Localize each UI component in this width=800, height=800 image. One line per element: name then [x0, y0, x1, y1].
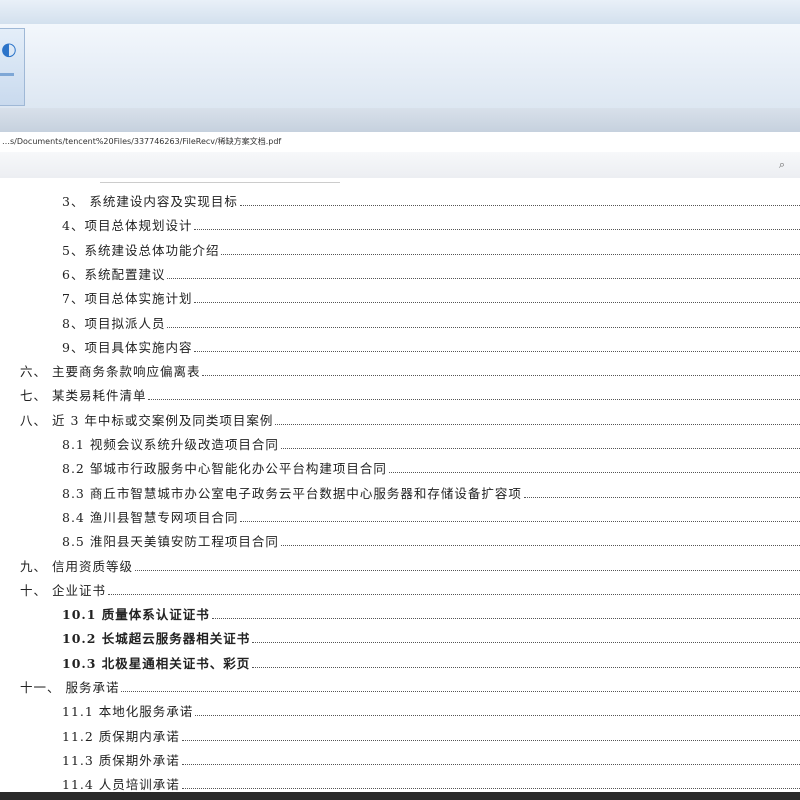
toc-entry[interactable]: 4、项目总体规划设计	[62, 214, 800, 238]
toc-dot-leader	[134, 569, 800, 571]
toc-entry-label: 10.2 长城超云服务器相关证书	[62, 631, 251, 647]
toc-entry[interactable]: 7、项目总体实施计划	[62, 287, 800, 311]
toc-entry-label: 八、 近 3 年中标或交案例及同类项目案例	[20, 412, 274, 428]
toc-dot-leader	[275, 423, 800, 425]
toc-entry[interactable]: 六、 主要商务条款响应偏离表	[20, 360, 800, 384]
toc-dot-leader	[181, 739, 800, 741]
document-view[interactable]: 3、 系统建设内容及实现目标 4、项目总体规划设计 5、系统建设总体功能介绍 6、系统…	[0, 178, 800, 800]
toc-dot-leader	[202, 374, 800, 377]
menu-bar	[0, 108, 800, 133]
toc-entry-label: 九、 信用资质等级	[20, 558, 133, 574]
toc-dot-leader	[194, 228, 800, 231]
toc-entry-label: 7、项目总体实施计划	[62, 291, 193, 307]
app-logo-icon: ◐	[1, 39, 17, 60]
toc-entry-label: 11.1 本地化服务承诺	[62, 704, 194, 720]
window-titlebar	[0, 0, 800, 25]
toc-dot-leader	[181, 787, 800, 790]
toc-entry[interactable]: 5、系统建设总体功能介绍	[62, 239, 800, 263]
search-icon[interactable]: ⌕	[774, 157, 790, 173]
toc-entry[interactable]: 10.3 北极星通相关证书、彩页	[62, 652, 800, 676]
toc-entry-label: 5、系统建设总体功能介绍	[62, 242, 220, 258]
toc-dot-leader	[167, 277, 800, 279]
toc-dot-leader	[221, 253, 800, 255]
toc-entry-label: 8.4 渔川县智慧专网项目合同	[62, 509, 239, 525]
toc-entry-label: 4、项目总体规划设计	[62, 218, 193, 234]
toc-entry[interactable]: 十一、 服务承诺	[20, 676, 800, 700]
toc-dot-leader	[121, 690, 800, 692]
toc-entry[interactable]: 8.1 视频会议系统升级改造项目合同	[62, 433, 800, 457]
toc-dot-leader	[252, 666, 800, 668]
toc-entry[interactable]: 11.3 质保期外承诺	[62, 749, 800, 773]
toc-entry[interactable]: 十、 企业证书	[20, 579, 800, 603]
toc-entry-label: 11.3 质保期外承诺	[62, 752, 180, 768]
toc-dot-leader	[107, 593, 800, 595]
toc-entry[interactable]: 8.4 渔川县智慧专网项目合同	[62, 506, 800, 530]
toc-dot-leader	[240, 520, 800, 522]
toc-entry-label: 3、 系统建设内容及实现目标	[62, 194, 238, 209]
toc-entry[interactable]: 8.2 邹城市行政服务中心智能化办公平台构建项目合同	[62, 457, 800, 481]
toc-entry-label: 十、 企业证书	[20, 582, 106, 598]
toc-dot-leader	[167, 326, 800, 328]
toc-dot-leader	[148, 398, 800, 401]
toc-entry-label: 六、 主要商务条款响应偏离表	[20, 364, 201, 380]
toc-entry-label: 6、系统配置建议	[62, 266, 166, 282]
ribbon-button-underline	[0, 73, 14, 76]
toc-entry-label: 10.3 北极星通相关证书、彩页	[62, 655, 251, 671]
ribbon-button[interactable]: ◐	[0, 28, 25, 106]
toc-entry[interactable]: 3、 系统建设内容及实现目标	[62, 190, 800, 214]
toc-entry[interactable]: 11.2 质保期内承诺	[62, 725, 800, 749]
toc-dot-leader	[195, 714, 800, 717]
toc-dot-leader	[280, 544, 800, 547]
toc-dot-leader	[239, 204, 800, 206]
toc-entry-label: 8.2 邹城市行政服务中心智能化办公平台构建项目合同	[62, 461, 387, 477]
toc-entry-label: 11.2 质保期内承诺	[62, 728, 180, 744]
toc-dot-leader	[388, 471, 800, 474]
viewer-toolbar: ⌕	[0, 152, 800, 179]
toc-entry-label: 9、项目具体实施内容	[62, 339, 193, 355]
toc-entry-label: 8.3 商丘市智慧城市办公室电子政务云平台数据中心服务器和存储设备扩容项	[62, 485, 522, 501]
toc-entry[interactable]: 10.1 质量体系认证证书	[62, 603, 800, 627]
toc-entry[interactable]: 8、项目拟派人员	[62, 312, 800, 336]
toc-dot-leader	[194, 301, 800, 304]
toc-entry[interactable]: 八、 近 3 年中标或交案例及同类项目案例	[20, 409, 800, 433]
toc-entry[interactable]: 9、项目具体实施内容	[62, 336, 800, 360]
toc-entry[interactable]: 七、 某类易耗件清单	[20, 384, 800, 408]
toc-dot-leader	[523, 496, 800, 498]
toc-entry-label: 七、 某类易耗件清单	[20, 388, 147, 404]
toc-entry-label: 10.1 质量体系认证证书	[62, 607, 210, 623]
toc-entry[interactable]: 8.5 淮阳县天美镇安防工程项目合同	[62, 530, 800, 554]
toc-entry[interactable]: 九、 信用资质等级	[20, 555, 800, 579]
toc-entry[interactable]: 10.2 长城超云服务器相关证书	[62, 627, 800, 651]
address-bar[interactable]: …s/Documents/tencent%20Files/337746263/F…	[0, 132, 800, 153]
toc-dot-leader	[252, 641, 800, 644]
toc-entry-label: 十一、 服务承诺	[20, 680, 120, 695]
toc-dot-leader	[194, 350, 800, 352]
ribbon-toolbar: ◐	[0, 24, 800, 109]
toc-dot-leader	[280, 447, 800, 449]
file-path: …s/Documents/tencent%20Files/337746263/F…	[2, 137, 282, 146]
toc-dot-leader	[181, 763, 800, 765]
toc-entry-label: 8.5 淮阳县天美镇安防工程项目合同	[62, 534, 279, 550]
toc-entry-label: 8、项目拟派人员	[62, 315, 166, 331]
toc-dot-leader	[211, 617, 800, 620]
cropped-previous-line	[100, 178, 340, 183]
toc-entry[interactable]: 8.3 商丘市智慧城市办公室电子政务云平台数据中心服务器和存储设备扩容项	[62, 482, 800, 506]
toc-entry-label: 8.1 视频会议系统升级改造项目合同	[62, 437, 279, 452]
toc-entry[interactable]: 11.1 本地化服务承诺	[62, 700, 800, 724]
toc-entry[interactable]: 6、系统配置建议	[62, 263, 800, 287]
window-bottom-edge	[0, 792, 800, 800]
